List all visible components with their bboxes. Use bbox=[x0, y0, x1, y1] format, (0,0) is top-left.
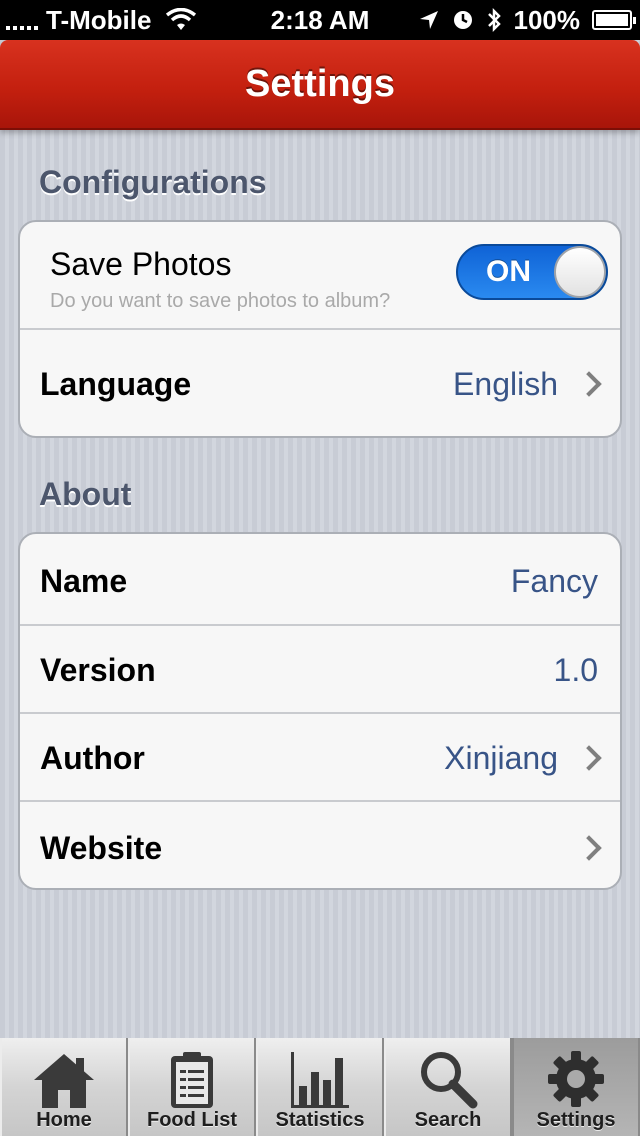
gear-icon bbox=[548, 1051, 604, 1107]
status-bar: T-Mobile 2:18 AM 100% bbox=[0, 0, 640, 40]
name-row: Name Fancy bbox=[20, 534, 620, 624]
clipboard-icon bbox=[171, 1052, 213, 1108]
section-title-about: About bbox=[39, 476, 132, 512]
language-label: Language bbox=[40, 366, 192, 402]
tab-search[interactable]: Search bbox=[384, 1038, 512, 1136]
tab-label: Food List bbox=[147, 1109, 237, 1131]
tab-statistics[interactable]: Statistics bbox=[256, 1038, 384, 1136]
toggle-knob bbox=[554, 246, 606, 298]
chevron-right-icon bbox=[576, 371, 602, 397]
about-group: Name Fancy Version 1.0 Author Xinjiang W… bbox=[18, 532, 622, 890]
bar-chart-icon bbox=[291, 1052, 349, 1108]
save-photos-subtitle: Do you want to save photos to album? bbox=[50, 290, 391, 312]
tab-home[interactable]: Home bbox=[0, 1038, 128, 1136]
website-label: Website bbox=[40, 830, 163, 866]
tab-label: Home bbox=[36, 1109, 92, 1131]
version-row: Version 1.0 bbox=[20, 624, 620, 712]
website-row[interactable]: Website bbox=[20, 800, 620, 888]
chevron-right-icon bbox=[576, 745, 602, 771]
version-value: 1.0 bbox=[553, 652, 598, 688]
author-value: Xinjiang bbox=[444, 740, 558, 776]
tab-food-list[interactable]: Food List bbox=[128, 1038, 256, 1136]
save-photos-row: Save Photos Do you want to save photos t… bbox=[20, 222, 620, 328]
alarm-clock-icon bbox=[453, 11, 472, 29]
name-value: Fancy bbox=[510, 563, 598, 599]
chevron-right-icon bbox=[576, 835, 602, 861]
toggle-state-label: ON bbox=[486, 255, 531, 288]
location-arrow-icon bbox=[419, 11, 438, 29]
language-row[interactable]: Language English bbox=[20, 328, 620, 436]
tab-label: Search bbox=[414, 1109, 482, 1131]
save-photos-label: Save Photos bbox=[50, 246, 232, 282]
tab-label: Settings bbox=[536, 1109, 616, 1131]
author-label: Author bbox=[40, 740, 145, 776]
page-title: Settings bbox=[245, 63, 395, 105]
home-icon bbox=[34, 1054, 94, 1108]
navigation-bar: Settings bbox=[0, 40, 640, 130]
configurations-group: Save Photos Do you want to save photos t… bbox=[18, 220, 622, 438]
bluetooth-icon bbox=[487, 7, 501, 33]
tab-label: Statistics bbox=[275, 1109, 365, 1131]
save-photos-toggle[interactable]: ON bbox=[456, 244, 608, 300]
battery-percent: 100% bbox=[513, 4, 581, 35]
battery-icon bbox=[592, 10, 636, 30]
search-icon bbox=[421, 1052, 478, 1109]
name-label: Name bbox=[40, 563, 128, 599]
tab-settings[interactable]: Settings bbox=[512, 1038, 640, 1136]
author-row[interactable]: Author Xinjiang bbox=[20, 712, 620, 800]
section-title-configurations: Configurations bbox=[39, 164, 267, 200]
language-value: English bbox=[453, 366, 558, 402]
tab-bar: Home Food List Statistics Search Setting… bbox=[0, 1038, 640, 1136]
version-label: Version bbox=[40, 652, 156, 688]
